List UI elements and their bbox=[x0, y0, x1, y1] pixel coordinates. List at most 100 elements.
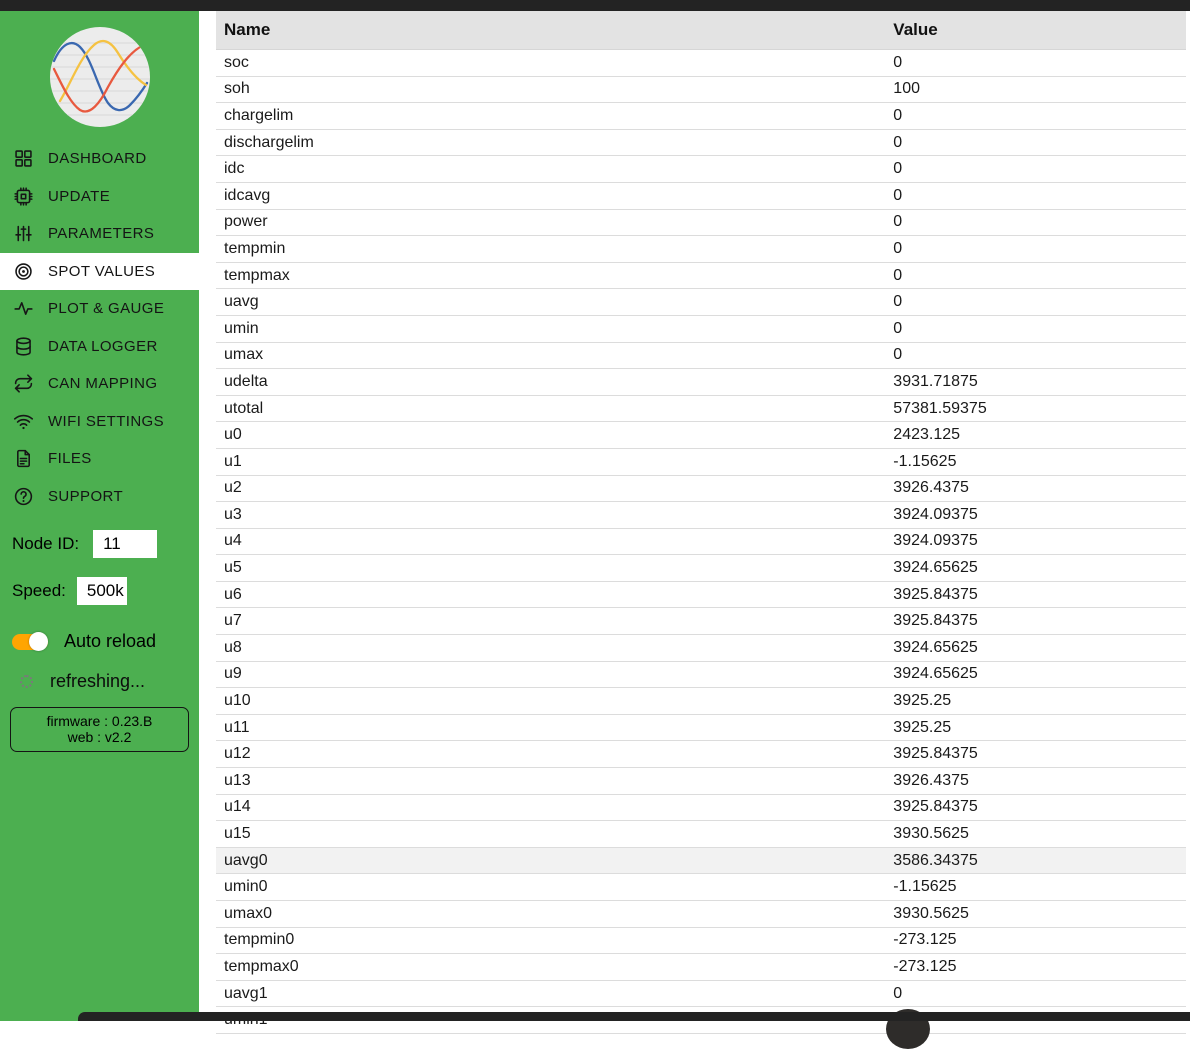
table-row[interactable]: udelta 3931.71875 bbox=[216, 369, 1186, 396]
sine-wave-logo-icon bbox=[50, 27, 150, 127]
table-row[interactable]: soc 0 bbox=[216, 50, 1186, 77]
speed-input[interactable] bbox=[77, 577, 127, 605]
cell-value: 0 bbox=[885, 187, 1186, 205]
database-icon bbox=[12, 335, 34, 357]
table-row[interactable]: umax0 3930.5625 bbox=[216, 901, 1186, 928]
sidebar-item-plot-gauge[interactable]: PLOT & GAUGE bbox=[0, 290, 199, 328]
cell-name: utotal bbox=[216, 400, 885, 418]
cell-name: udelta bbox=[216, 373, 885, 391]
table-row[interactable]: umax 0 bbox=[216, 343, 1186, 370]
table-row[interactable]: tempmax 0 bbox=[216, 263, 1186, 290]
table-row[interactable]: u14 3925.84375 bbox=[216, 795, 1186, 822]
table-row[interactable]: u3 3924.09375 bbox=[216, 502, 1186, 529]
speed-label: Speed: bbox=[12, 581, 66, 601]
bullseye-icon bbox=[12, 260, 34, 282]
cell-name: umax0 bbox=[216, 905, 885, 923]
table-row[interactable]: u13 3926.4375 bbox=[216, 768, 1186, 795]
sidebar-item-label: CAN MAPPING bbox=[48, 375, 157, 392]
cell-value: 0 bbox=[885, 293, 1186, 311]
table-row[interactable]: tempmin0 -273.125 bbox=[216, 928, 1186, 955]
table-body: soc 0 soh 100 chargelim 0 dischargelim 0 bbox=[216, 50, 1186, 1034]
cell-value: 3924.65625 bbox=[885, 665, 1186, 683]
sidebar-item-wifi-settings[interactable]: WIFI SETTINGS bbox=[0, 403, 199, 441]
firmware-version: firmware : 0.23.B bbox=[13, 713, 186, 729]
table-row[interactable]: u2 3926.4375 bbox=[216, 476, 1186, 503]
cell-value: -1.15625 bbox=[885, 878, 1186, 896]
sidebar-item-files[interactable]: FILES bbox=[0, 440, 199, 478]
cell-value: 2423.125 bbox=[885, 426, 1186, 444]
table-row[interactable]: tempmax0 -273.125 bbox=[216, 954, 1186, 981]
table-row[interactable]: u10 3925.25 bbox=[216, 688, 1186, 715]
table-row[interactable]: tempmin 0 bbox=[216, 236, 1186, 263]
sidebar-item-support[interactable]: SUPPORT bbox=[0, 478, 199, 516]
cell-name: u15 bbox=[216, 825, 885, 843]
cell-value: 3586.34375 bbox=[885, 852, 1186, 870]
table-row[interactable]: u1 -1.15625 bbox=[216, 449, 1186, 476]
table-row[interactable]: chargelim 0 bbox=[216, 103, 1186, 130]
table-row[interactable]: umin 0 bbox=[216, 316, 1186, 343]
table-row[interactable]: u0 2423.125 bbox=[216, 422, 1186, 449]
auto-reload-toggle[interactable] bbox=[12, 634, 48, 650]
table-row[interactable]: u15 3930.5625 bbox=[216, 821, 1186, 848]
cell-name: tempmax0 bbox=[216, 958, 885, 976]
table-row[interactable]: uavg1 0 bbox=[216, 981, 1186, 1008]
cell-name: u7 bbox=[216, 612, 885, 630]
sidebar-item-parameters[interactable]: PARAMETERS bbox=[0, 215, 199, 253]
table-row[interactable]: u12 3925.84375 bbox=[216, 741, 1186, 768]
cell-name: u10 bbox=[216, 692, 885, 710]
cell-name: u9 bbox=[216, 665, 885, 683]
table-row[interactable]: u11 3925.25 bbox=[216, 715, 1186, 742]
cell-name: u6 bbox=[216, 586, 885, 604]
sliders-icon bbox=[12, 223, 34, 245]
cell-name: u3 bbox=[216, 506, 885, 524]
cell-value: 0 bbox=[885, 267, 1186, 285]
cell-name: u14 bbox=[216, 798, 885, 816]
cell-value: 0 bbox=[885, 107, 1186, 125]
sidebar-item-data-logger[interactable]: DATA LOGGER bbox=[0, 328, 199, 366]
cell-name: umin bbox=[216, 320, 885, 338]
table-row[interactable]: dischargelim 0 bbox=[216, 130, 1186, 157]
table-header-row: Name Value bbox=[216, 11, 1186, 50]
table-row[interactable]: idc 0 bbox=[216, 156, 1186, 183]
sidebar-item-can-mapping[interactable]: CAN MAPPING bbox=[0, 365, 199, 403]
table-row[interactable]: utotal 57381.59375 bbox=[216, 396, 1186, 423]
table-row[interactable]: uavg0 3586.34375 bbox=[216, 848, 1186, 875]
cell-name: power bbox=[216, 213, 885, 231]
table-row[interactable]: u4 3924.09375 bbox=[216, 529, 1186, 556]
sidebar-item-dashboard[interactable]: DASHBOARD bbox=[0, 140, 199, 178]
cell-name: u12 bbox=[216, 745, 885, 763]
table-row[interactable]: soh 100 bbox=[216, 77, 1186, 104]
cell-value: 3924.09375 bbox=[885, 532, 1186, 550]
table-row[interactable]: idcavg 0 bbox=[216, 183, 1186, 210]
cell-name: uavg0 bbox=[216, 852, 885, 870]
cell-value: 3925.25 bbox=[885, 719, 1186, 737]
sidebar-item-update[interactable]: UPDATE bbox=[0, 178, 199, 216]
cell-name: dischargelim bbox=[216, 134, 885, 152]
sidebar-item-label: PARAMETERS bbox=[48, 225, 154, 242]
sidebar: DASHBOARD UPDATE PARAMETERS SPOT VALUES … bbox=[0, 11, 199, 1021]
cell-value: 3931.71875 bbox=[885, 373, 1186, 391]
table-row[interactable]: u7 3925.84375 bbox=[216, 608, 1186, 635]
table-row[interactable]: u9 3924.65625 bbox=[216, 662, 1186, 689]
cell-value: 3925.84375 bbox=[885, 586, 1186, 604]
cell-value: -273.125 bbox=[885, 931, 1186, 949]
table-row[interactable]: power 0 bbox=[216, 210, 1186, 237]
cell-name: u11 bbox=[216, 719, 885, 737]
cell-name: uavg bbox=[216, 293, 885, 311]
table-row[interactable]: umin0 -1.15625 bbox=[216, 874, 1186, 901]
auto-reload-label: Auto reload bbox=[64, 631, 156, 652]
sidebar-item-spot-values[interactable]: SPOT VALUES bbox=[0, 253, 199, 291]
table-row[interactable]: u8 3924.65625 bbox=[216, 635, 1186, 662]
cell-value: 0 bbox=[885, 240, 1186, 258]
toggle-knob bbox=[29, 632, 48, 651]
cpu-icon bbox=[12, 185, 34, 207]
table-row[interactable]: uavg 0 bbox=[216, 289, 1186, 316]
firmware-version-box: firmware : 0.23.B web : v2.2 bbox=[10, 707, 189, 752]
table-row[interactable]: u6 3925.84375 bbox=[216, 582, 1186, 609]
sidebar-item-label: DASHBOARD bbox=[48, 150, 147, 167]
cell-name: tempmin bbox=[216, 240, 885, 258]
table-row[interactable]: u5 3924.65625 bbox=[216, 555, 1186, 582]
cell-value: 100 bbox=[885, 80, 1186, 98]
node-id-input[interactable] bbox=[93, 530, 157, 558]
cell-value: 3924.65625 bbox=[885, 639, 1186, 657]
